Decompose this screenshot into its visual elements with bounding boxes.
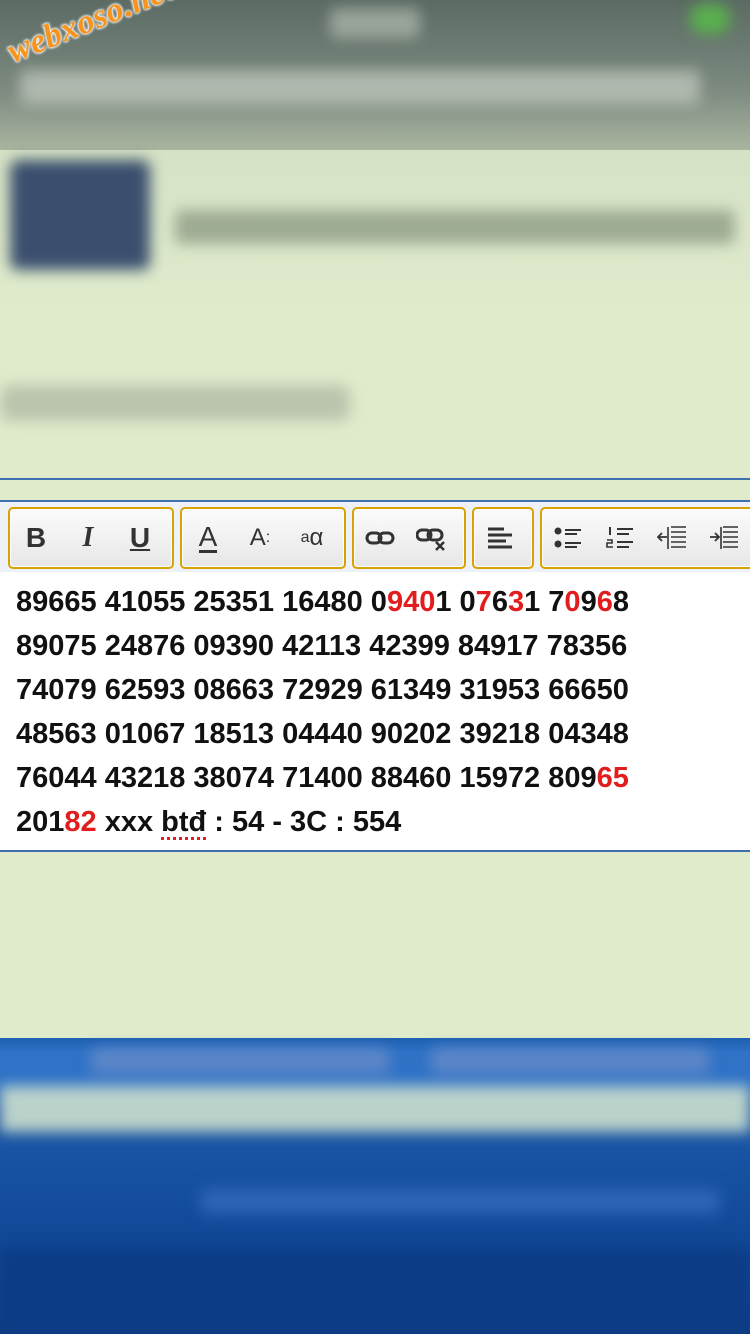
text-segment: 8 — [612, 586, 629, 618]
font-family-alpha-icon: α — [309, 524, 324, 551]
blurred-post-meta — [0, 385, 350, 421]
text-style-group: B I U — [8, 507, 174, 569]
text-segment: 1 0 — [435, 586, 476, 618]
editor-line: 89665 41055 25351 16480 09401 07631 7096… — [16, 580, 750, 624]
message-editor[interactable]: 89665 41055 25351 16480 09401 07631 7096… — [0, 572, 750, 852]
text-segment: : 54 - 3C : 554 — [206, 806, 402, 838]
font-size-caret-icon: : — [265, 529, 271, 546]
highlighted-digits: 6 — [596, 586, 613, 618]
highlighted-digits: 0 — [419, 586, 436, 618]
editor-line: 89075 24876 09390 42113 42399 84917 7835… — [16, 624, 750, 668]
editor-line: 20182 xxx btđ : 54 - 3C : 554 — [16, 800, 750, 844]
font-color-button[interactable]: A — [182, 513, 234, 563]
list-group — [540, 507, 750, 569]
highlighted-digits: 65 — [596, 762, 629, 794]
blurred-bottom-panel — [0, 1038, 750, 1334]
underline-button[interactable]: U — [114, 513, 166, 563]
editor-line: 76044 43218 38074 71400 88460 15972 8096… — [16, 756, 750, 800]
blurred-post-header — [0, 150, 750, 310]
highlighted-digits: 3 — [507, 586, 525, 618]
indent-icon[interactable] — [698, 513, 750, 563]
text-segment: 201 — [16, 806, 65, 838]
text-segment: 9 — [580, 586, 597, 618]
editor-line: 48563 01067 18513 04440 90202 39218 0434… — [16, 712, 750, 756]
numbered-list-icon[interactable] — [594, 513, 646, 563]
highlighted-digits: 7 — [475, 586, 492, 618]
highlighted-digits: 82 — [64, 806, 97, 838]
align-left-icon[interactable] — [474, 513, 526, 563]
text-segment: 89665 41055 25351 16480 0 — [16, 586, 387, 618]
align-group — [472, 507, 534, 569]
highlighted-digits: 94 — [386, 586, 420, 618]
text-segment: 76044 43218 38074 71400 88460 15972 809 — [16, 762, 597, 794]
text-segment: xxx — [96, 806, 162, 838]
link-group — [352, 507, 466, 569]
editor-toolbar: B I U A A: aα — [0, 500, 750, 574]
text-segment: 74079 62593 08663 72929 61349 31953 6665… — [16, 674, 629, 706]
highlighted-digits: 0 — [564, 586, 581, 618]
outdent-icon[interactable] — [646, 513, 698, 563]
text-segment: 48563 01067 18513 04440 90202 39218 0434… — [16, 718, 629, 750]
bold-button[interactable]: B — [10, 513, 62, 563]
divider — [0, 478, 750, 480]
font-group: A A: aα — [180, 507, 346, 569]
text-segment: 89075 24876 09390 42113 42399 84917 7835… — [16, 630, 628, 662]
font-size-button[interactable]: A: — [234, 513, 286, 563]
font-family-button[interactable]: aα — [286, 513, 338, 563]
editor-line: 74079 62593 08663 72929 61349 31953 6665… — [16, 668, 750, 712]
text-segment: 6 — [491, 586, 508, 618]
misspelled-word: btđ — [161, 806, 207, 838]
unlink-icon[interactable] — [406, 513, 458, 563]
italic-button[interactable]: I — [62, 513, 114, 563]
link-icon[interactable] — [354, 513, 406, 563]
text-segment: 1 7 — [524, 586, 565, 618]
bullet-list-icon[interactable] — [542, 513, 594, 563]
